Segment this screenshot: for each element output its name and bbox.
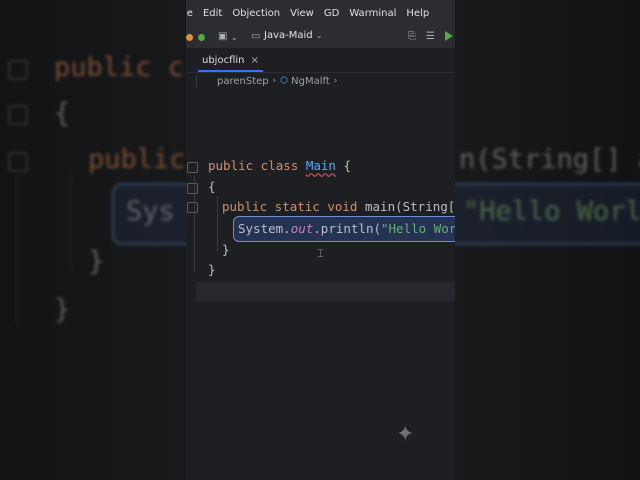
code-line-1: public class Main { — [208, 158, 352, 173]
blurred-background-left: public c { public Sys } } — [0, 0, 186, 480]
bg-code-line-1: public c — [54, 52, 185, 83]
current-line-highlight — [196, 282, 455, 301]
text-cursor-icon: ⌶ — [317, 247, 324, 260]
menu-help[interactable]: Help — [406, 8, 429, 19]
window-dot-orange — [186, 34, 193, 41]
project-name: Java-Maid — [264, 30, 313, 41]
breadcrumb: parenStep › ⬡ NgMalft › — [186, 73, 455, 89]
chevron-down-icon[interactable]: ⌄ — [231, 33, 238, 42]
fold-icon[interactable] — [187, 202, 198, 213]
bg-code-line-5: } — [88, 246, 105, 277]
code-line-6: } — [208, 262, 216, 277]
code-line-4: System.out.println("Hello World — [238, 221, 455, 236]
bg-code-line-2: { — [54, 98, 71, 129]
tab-label: ubjocflin — [202, 54, 245, 66]
toolbar: ▣ ⌄ ▭ Java-Maid ⌄ ⎘ ☰ — [186, 26, 455, 48]
project-chevron-icon: ⌄ — [315, 31, 323, 40]
class-icon: ⬡ — [280, 76, 289, 86]
code-line-2: { — [208, 179, 216, 194]
code-line-5: } — [222, 242, 230, 257]
sparkle-icon: ✦ — [396, 422, 415, 447]
menu-gd[interactable]: GD — [324, 8, 339, 19]
close-icon[interactable]: × — [251, 55, 259, 66]
menu-view[interactable]: View — [290, 8, 314, 19]
chevron-right-icon: › — [272, 76, 277, 86]
code-line-3: public static void main(String[] a — [222, 199, 455, 214]
project-icon: ▭ — [251, 31, 261, 42]
list-icon[interactable]: ☰ — [426, 31, 435, 42]
bg-code-right-line-3: n(String[] a — [459, 144, 640, 175]
breadcrumb-item-ngmalft[interactable]: NgMalft — [291, 76, 330, 87]
run-icon[interactable] — [445, 31, 453, 41]
class-name-main: Main — [305, 158, 336, 173]
menu-bar: le Edit Objection View GD Warminal Help — [186, 0, 455, 26]
menu-file[interactable]: le — [186, 8, 193, 19]
window-dot-green — [198, 34, 205, 41]
bg-code-line-3: public — [88, 144, 186, 175]
bg-code-line-4: Sys — [126, 196, 175, 227]
indent-guide — [194, 176, 195, 272]
indent-guide — [217, 196, 218, 252]
bg-code-line-6: } — [54, 294, 71, 325]
tab-bar: ubjocflin × — [186, 48, 455, 73]
project-selector[interactable]: Java-Maid ⌄ — [264, 30, 323, 41]
menu-objection[interactable]: Objection — [232, 8, 280, 19]
menu-warminal[interactable]: Warminal — [349, 8, 396, 19]
ide-window: le Edit Objection View GD Warminal Help … — [186, 0, 455, 480]
fold-icon[interactable] — [187, 183, 198, 194]
bg-code-right-line-4: "Hello World — [463, 196, 640, 227]
file-icon[interactable]: ▣ — [218, 31, 227, 42]
chevron-right-icon: › — [333, 76, 338, 86]
blurred-background-right: n(String[] a "Hello World — [455, 0, 640, 480]
new-file-icon[interactable]: ⎘ — [408, 31, 416, 42]
breadcrumb-item-paren-step[interactable]: parenStep — [217, 76, 269, 87]
editor-tab[interactable]: ubjocflin × — [198, 50, 263, 72]
code-editor[interactable]: public class Main { { public static void… — [186, 90, 455, 480]
fold-icon[interactable] — [187, 162, 198, 173]
menu-edit[interactable]: Edit — [203, 8, 222, 19]
